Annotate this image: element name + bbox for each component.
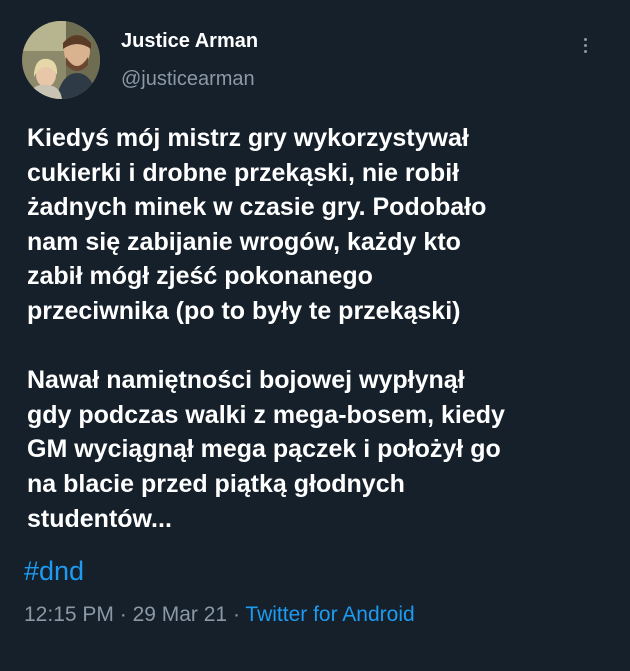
display-name[interactable]: Justice Arman	[121, 30, 258, 53]
tweet-text-line: cukierki i drobne przekąski, nie robił	[27, 158, 460, 187]
profile-photo-avatar	[22, 21, 100, 99]
tweet-text-line: Kiedyś mój mistrz gry wykorzystywał	[27, 124, 469, 152]
tweet-text-line: studentów...	[27, 504, 172, 533]
tweet-text: Kiedyś mój mistrz gry wykorzystywał cuki…	[27, 121, 617, 536]
tweet-text-line: zabił mógł zjeść pokonanego	[27, 262, 373, 291]
menu-dot	[583, 43, 587, 47]
tweet-source-link[interactable]: Twitter for Android	[245, 603, 414, 626]
menu-dot	[583, 49, 587, 53]
avatar[interactable]	[22, 21, 100, 99]
more-vertical-icon[interactable]	[572, 32, 598, 58]
meta-separator: ·	[227, 603, 246, 626]
tweet-date[interactable]: 29 Mar 21	[133, 603, 228, 626]
tweet-card: Justice Arman @justicearman Kiedyś mój m…	[0, 0, 630, 671]
hashtag-link[interactable]: #dnd	[24, 556, 84, 587]
tweet-text-line: na blacie przed piątką głodnych	[27, 469, 405, 498]
tweet-text-line: gdy podczas walki z mega-bosem, kiedy	[27, 400, 505, 429]
meta-separator: ·	[113, 603, 133, 626]
menu-dot	[583, 37, 587, 41]
tweet-time[interactable]: 12:15 PM	[24, 603, 114, 626]
tweet-text-line: nam się zabijanie wrogów, każdy kto	[27, 227, 461, 256]
tweet-meta: 12:15 PM · 29 Mar 21 · Twitter for Andro…	[24, 603, 415, 627]
tweet-text-line: przeciwnika (po to były te przekąski)	[27, 296, 461, 325]
tweet-text-line: Nawał namiętności bojowej wypłynął	[27, 366, 465, 395]
tweet-text-line: żadnych minek w czasie gry. Podobało	[27, 193, 487, 222]
tweet-text-line: GM wyciągnął mega pączek i położył go	[27, 435, 501, 464]
user-handle[interactable]: @justicearman	[121, 68, 255, 91]
